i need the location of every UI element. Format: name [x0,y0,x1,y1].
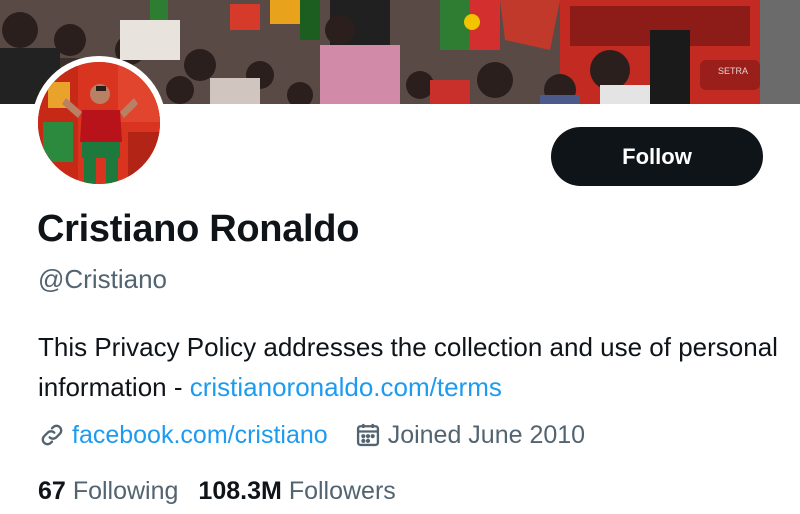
following-count: 67 [38,476,66,505]
follow-button[interactable]: Follow [551,127,763,186]
followers-label: Followers [288,476,396,505]
calendar-icon [354,421,382,449]
profile-bio: This Privacy Policy addresses the collec… [38,327,778,407]
bus-label: SETRA [718,66,748,76]
avatar[interactable] [38,62,160,184]
profile-handle: @Cristiano [38,264,167,294]
following-label: Following [72,476,179,505]
followers-stat[interactable]: 108.3M Followers [198,477,395,506]
link-icon [38,421,66,449]
profile-name: Cristiano Ronaldo [37,208,360,250]
profile-stats: 67 Following 108.3M Followers [38,474,396,508]
followers-count: 108.3M [198,476,282,505]
bio-link[interactable]: cristianoronaldo.com/terms [190,372,502,402]
following-stat[interactable]: 67 Following [38,477,178,506]
website-link[interactable]: facebook.com/cristiano [72,421,328,450]
profile-meta: facebook.com/cristiano Joined June 2010 [38,418,585,452]
avatar-image [38,62,160,184]
joined-date: Joined June 2010 [387,420,586,449]
